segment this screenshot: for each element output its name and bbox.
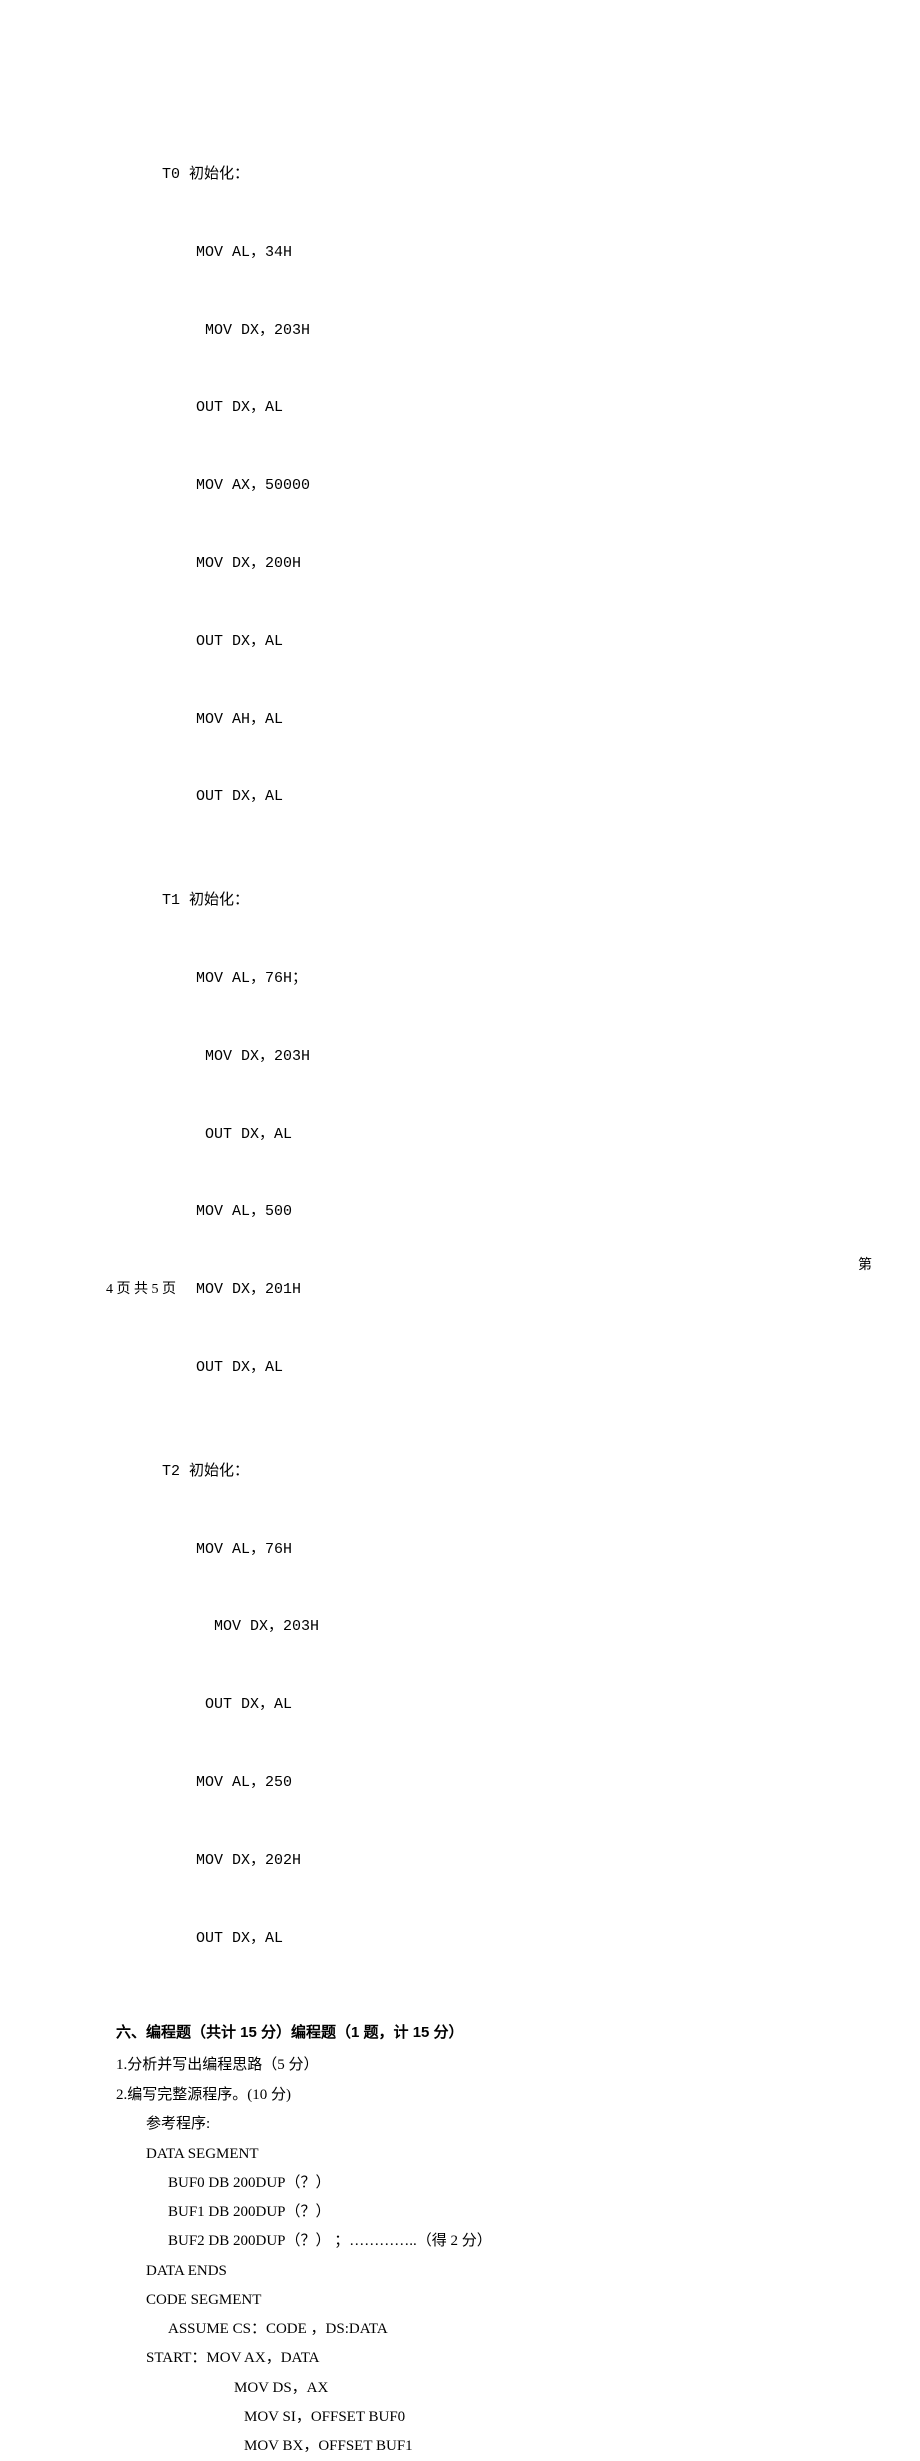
code-line: MOV AL，250 bbox=[116, 1770, 814, 1796]
t0-label: T0 初始化： bbox=[116, 162, 814, 188]
code-line: MOV DX，203H bbox=[116, 1044, 814, 1070]
code-line: MOV AH，AL bbox=[116, 707, 814, 733]
footer-page-marker-left: 4 页 共 5 页 bbox=[106, 1278, 176, 1298]
assembly-code-block: T0 初始化： MOV AL，34H MOV DX，203H OUT DX，AL… bbox=[116, 110, 814, 2003]
code-line: OUT DX，AL bbox=[116, 1692, 814, 1718]
t2-label: T2 初始化： bbox=[116, 1459, 814, 1485]
prog-line: MOV SI，OFFSET BUF0 bbox=[116, 2403, 814, 2432]
code-line: MOV DX，201H bbox=[116, 1277, 814, 1303]
code-line: MOV AL，500 bbox=[116, 1199, 814, 1225]
code-line: MOV AL，76H bbox=[116, 1537, 814, 1563]
prog-line: CODE SEGMENT bbox=[116, 2286, 814, 2315]
code-line: MOV DX，203H bbox=[116, 1614, 814, 1640]
question-1: 1.分析并写出编程思路（5 分） bbox=[116, 2050, 814, 2080]
code-line: MOV DX，202H bbox=[116, 1848, 814, 1874]
prog-line: MOV DS，AX bbox=[116, 2374, 814, 2403]
section-6-heading: 六、编程题（共计 15 分）编程题（1 题，计 15 分） bbox=[116, 2021, 814, 2042]
t1-label: T1 初始化： bbox=[116, 888, 814, 914]
prog-line: START：MOV AX，DATA bbox=[116, 2344, 814, 2373]
code-line: MOV AX，50000 bbox=[116, 473, 814, 499]
prog-line: BUF1 DB 200DUP（？） bbox=[116, 2198, 814, 2227]
prog-line: DATA ENDS bbox=[116, 2257, 814, 2286]
code-line: MOV AL，34H bbox=[116, 240, 814, 266]
question-2: 2.编写完整源程序。(10 分) bbox=[116, 2080, 814, 2110]
code-line: OUT DX，AL bbox=[116, 395, 814, 421]
prog-line: BUF2 DB 200DUP（？） ；…………..（得 2 分） bbox=[116, 2227, 814, 2256]
page-content: T0 初始化： MOV AL，34H MOV DX，203H OUT DX，AL… bbox=[0, 0, 920, 2461]
code-line: OUT DX，AL bbox=[116, 1926, 814, 1952]
prog-line: MOV BX，OFFSET BUF1 bbox=[116, 2432, 814, 2461]
prog-line: ASSUME CS：CODE ，DS:DATA bbox=[116, 2315, 814, 2344]
code-line: OUT DX，AL bbox=[116, 784, 814, 810]
prog-line: BUF0 DB 200DUP（？） bbox=[116, 2169, 814, 2198]
code-line: MOV DX，203H bbox=[116, 318, 814, 344]
footer-page-marker-right: 第 bbox=[858, 1254, 872, 1274]
code-line: OUT DX，AL bbox=[116, 1355, 814, 1381]
code-line: OUT DX，AL bbox=[116, 1122, 814, 1148]
code-line: MOV AL，76H； bbox=[116, 966, 814, 992]
program-block: 参考程序: DATA SEGMENT BUF0 DB 200DUP（？） BUF… bbox=[116, 2110, 814, 2461]
code-line: OUT DX，AL bbox=[116, 629, 814, 655]
program-ref-label: 参考程序: bbox=[116, 2110, 814, 2139]
code-line: MOV DX，200H bbox=[116, 551, 814, 577]
prog-line: DATA SEGMENT bbox=[116, 2140, 814, 2169]
